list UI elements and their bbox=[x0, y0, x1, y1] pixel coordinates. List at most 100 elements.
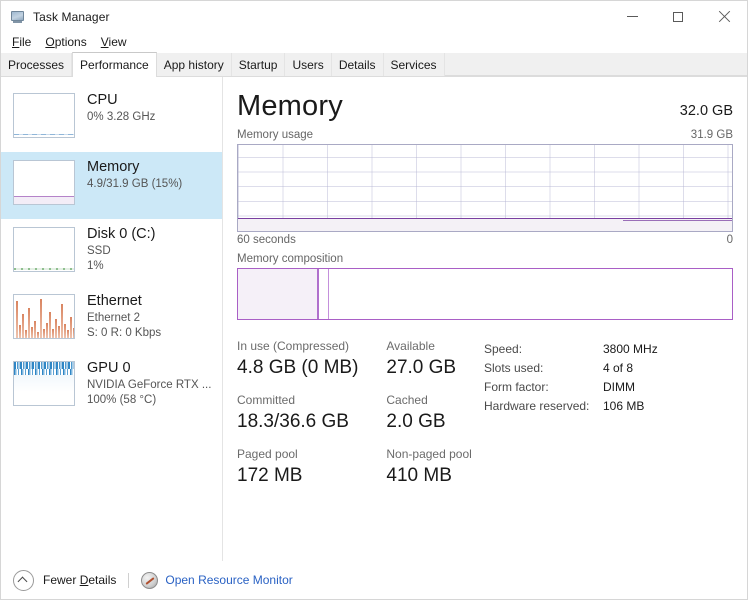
stats-row-1: In use (Compressed) 4.8 GB (0 MB) Availa… bbox=[237, 338, 481, 392]
content-area: CPU 0% 3.28 GHz Memory 4.9/31.9 GB (15%) bbox=[1, 77, 747, 561]
tab-details[interactable]: Details bbox=[331, 53, 384, 76]
ethernet-thumbnail-graph bbox=[13, 294, 75, 339]
close-icon bbox=[718, 11, 730, 23]
stat-available-label: Available bbox=[386, 339, 435, 353]
window-controls bbox=[609, 1, 747, 32]
window-title: Task Manager bbox=[33, 9, 110, 24]
panel-header: Memory 32.0 GB bbox=[237, 89, 747, 123]
axis-label-duration: 60 seconds bbox=[237, 234, 296, 246]
sidebar-item-gpu-0-sub1: NVIDIA GeForce RTX ... bbox=[87, 379, 212, 391]
close-button[interactable] bbox=[701, 1, 747, 32]
sidebar-item-disk-0-sub1: SSD bbox=[87, 245, 111, 257]
usage-graph-label: Memory usage bbox=[237, 129, 314, 141]
footer-divider bbox=[128, 572, 130, 588]
stat-in-use-label: In use (Compressed) bbox=[237, 339, 350, 353]
sidebar-item-disk-0[interactable]: Disk 0 (C:) SSD 1% bbox=[1, 219, 222, 286]
task-manager-window: Task Manager File Options View Processes… bbox=[0, 0, 748, 600]
sidebar-item-ethernet[interactable]: Ethernet Ethernet 2 S: 0 R: 0 Kbps bbox=[1, 286, 222, 353]
gpu-thumbnail-graph bbox=[13, 361, 75, 406]
memory-usage-area bbox=[238, 218, 732, 231]
sidebar-item-ethernet-sub2: S: 0 R: 0 Kbps bbox=[87, 327, 162, 339]
stat-in-use: In use (Compressed) 4.8 GB (0 MB) bbox=[237, 338, 386, 381]
fewer-details-button[interactable]: Fewer Details bbox=[13, 569, 116, 591]
open-resource-monitor-button[interactable]: Open Resource Monitor bbox=[141, 571, 293, 589]
detail-hardware-reserved-value: 106 MB bbox=[603, 399, 645, 413]
detail-hardware-reserved-key: Hardware reserved: bbox=[484, 399, 590, 413]
tab-users[interactable]: Users bbox=[285, 53, 332, 76]
stat-in-use-value: 4.8 GB (0 MB) bbox=[237, 357, 359, 378]
memory-thumbnail-graph bbox=[13, 160, 75, 205]
stat-non-paged-pool-value: 410 MB bbox=[386, 465, 452, 486]
stat-cached: Cached 2.0 GB bbox=[386, 392, 481, 435]
memory-composition-bar[interactable] bbox=[237, 268, 733, 320]
sidebar-item-memory-title: Memory bbox=[87, 159, 140, 175]
menu-bar: File Options View bbox=[1, 32, 747, 53]
title-bar: Task Manager bbox=[1, 1, 747, 32]
stats-details: Speed: 3800 MHz Slots used: 4 of 8 Form … bbox=[481, 338, 733, 500]
sidebar-item-disk-0-title: Disk 0 (C:) bbox=[87, 226, 156, 242]
menu-file-rest: ile bbox=[19, 35, 32, 49]
sidebar-item-gpu-0[interactable]: GPU 0 NVIDIA GeForce RTX ... 100% (58 °C… bbox=[1, 353, 222, 420]
detail-hardware-reserved: Hardware reserved: 106 MB bbox=[484, 397, 733, 416]
menu-view-rest: iew bbox=[108, 35, 127, 49]
stat-cached-value: 2.0 GB bbox=[386, 411, 446, 432]
detail-slots-used-key: Slots used: bbox=[484, 361, 544, 375]
footer-bar: Fewer Details Open Resource Monitor bbox=[1, 561, 747, 599]
fewer-details-label: Fewer Details bbox=[43, 573, 116, 587]
sidebar-item-gpu-0-title: GPU 0 bbox=[87, 360, 131, 376]
detail-form-factor-key: Form factor: bbox=[484, 380, 549, 394]
tab-performance[interactable]: Performance bbox=[72, 52, 157, 77]
sidebar-item-cpu[interactable]: CPU 0% 3.28 GHz bbox=[1, 85, 222, 152]
detail-form-factor: Form factor: DIMM bbox=[484, 378, 733, 397]
maximize-icon bbox=[673, 11, 683, 22]
stat-available-value: 27.0 GB bbox=[386, 357, 457, 378]
detail-slots-used-value: 4 of 8 bbox=[603, 361, 634, 375]
sidebar-item-gpu-0-sub2: 100% (58 °C) bbox=[87, 394, 157, 406]
tab-processes[interactable]: Processes bbox=[1, 53, 73, 76]
ethernet-spikes bbox=[14, 295, 74, 338]
stats-row-2: Committed 18.3/36.6 GB Cached 2.0 GB bbox=[237, 392, 481, 446]
composition-label: Memory composition bbox=[237, 253, 344, 265]
sidebar-item-cpu-title: CPU bbox=[87, 92, 118, 108]
menu-item-file[interactable]: File bbox=[9, 33, 38, 52]
task-manager-icon bbox=[10, 9, 26, 25]
stat-paged-pool: Paged pool 172 MB bbox=[237, 446, 386, 489]
sidebar-item-memory-sub1: 4.9/31.9 GB (15%) bbox=[87, 178, 183, 190]
minimize-button[interactable] bbox=[609, 1, 655, 32]
page-title: Memory bbox=[237, 90, 343, 122]
stats-row-3: Paged pool 172 MB Non-paged pool 410 MB bbox=[237, 446, 481, 500]
menu-item-view[interactable]: View bbox=[98, 33, 134, 52]
stat-committed-label: Committed bbox=[237, 393, 296, 407]
resource-monitor-icon bbox=[141, 571, 159, 589]
open-resource-monitor-link[interactable]: Open Resource Monitor bbox=[165, 573, 292, 587]
total-capacity: 32.0 GB bbox=[679, 103, 733, 119]
sidebar-item-ethernet-title: Ethernet bbox=[87, 293, 142, 309]
maximize-button[interactable] bbox=[655, 1, 701, 32]
tab-app-history[interactable]: App history bbox=[156, 53, 232, 76]
resource-list: CPU 0% 3.28 GHz Memory 4.9/31.9 GB (15%) bbox=[1, 77, 223, 561]
chevron-up-icon bbox=[13, 569, 34, 591]
sidebar-item-ethernet-sub1: Ethernet 2 bbox=[87, 312, 141, 324]
stats-area: In use (Compressed) 4.8 GB (0 MB) Availa… bbox=[237, 338, 747, 500]
detail-speed-value: 3800 MHz bbox=[603, 342, 658, 356]
detail-speed: Speed: 3800 MHz bbox=[484, 340, 733, 359]
memory-usage-graph[interactable] bbox=[237, 144, 733, 232]
stats-primary: In use (Compressed) 4.8 GB (0 MB) Availa… bbox=[237, 338, 481, 500]
tab-startup[interactable]: Startup bbox=[231, 53, 286, 76]
disk-thumbnail-graph bbox=[13, 227, 75, 272]
sidebar-item-cpu-sub1: 0% 3.28 GHz bbox=[87, 111, 156, 123]
detail-slots-used: Slots used: 4 of 8 bbox=[484, 359, 733, 378]
axis-label-zero: 0 bbox=[726, 234, 733, 246]
sidebar-item-memory[interactable]: Memory 4.9/31.9 GB (15%) bbox=[1, 152, 222, 219]
stat-paged-pool-value: 172 MB bbox=[237, 465, 303, 486]
tab-services[interactable]: Services bbox=[383, 53, 445, 76]
stat-non-paged-pool-label: Non-paged pool bbox=[386, 447, 472, 461]
sidebar-item-disk-0-sub2: 1% bbox=[87, 260, 104, 272]
cpu-thumbnail-graph bbox=[13, 93, 75, 138]
composition-segment-in-use bbox=[238, 269, 320, 319]
fewer-details-pre: Fewer bbox=[43, 573, 80, 587]
usage-graph-max: 31.9 GB bbox=[690, 129, 733, 141]
menu-options-rest: ptions bbox=[54, 35, 87, 49]
menu-item-options[interactable]: Options bbox=[42, 33, 93, 52]
memory-detail-panel: Memory 32.0 GB Memory usage 31.9 GB 60 s… bbox=[223, 77, 747, 561]
